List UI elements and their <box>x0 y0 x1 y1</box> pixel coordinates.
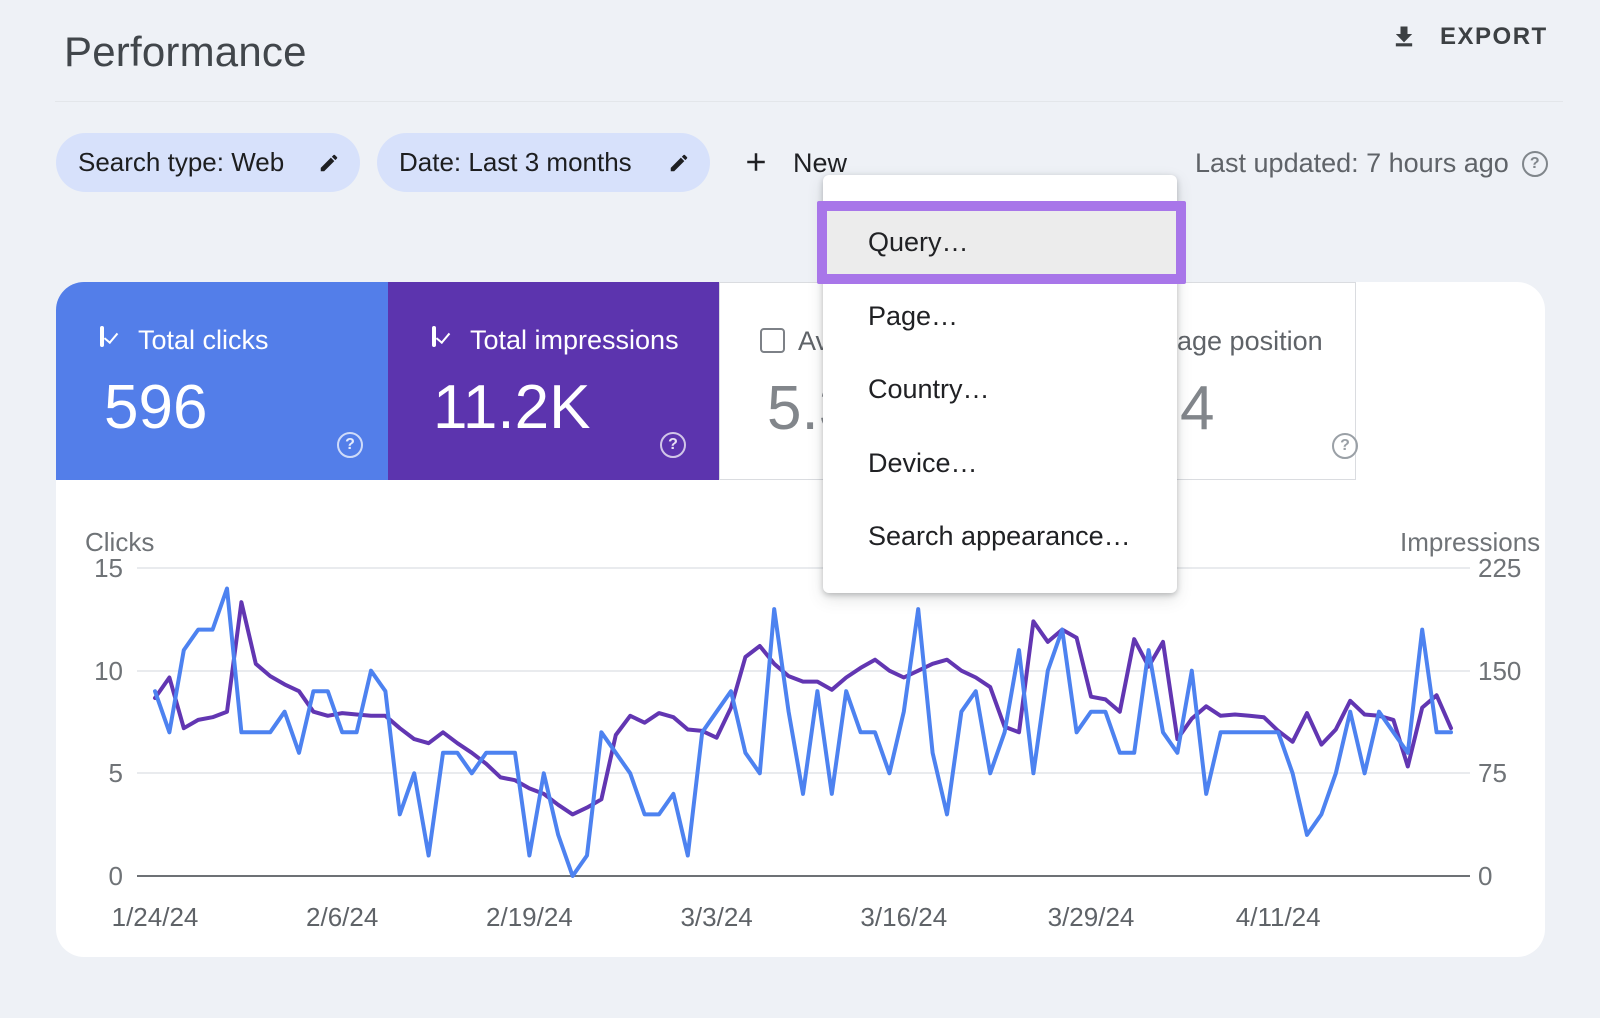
right-axis-tick: 225 <box>1478 555 1521 581</box>
total-clicks-value: 596 <box>104 372 207 443</box>
gridline <box>137 772 1470 774</box>
help-icon[interactable]: ? <box>1332 433 1358 459</box>
menu-item-country[interactable]: Country… <box>823 358 1177 421</box>
total-impressions-value: 11.2K <box>433 372 590 443</box>
x-axis-date-label: 2/19/24 <box>486 902 573 933</box>
total-clicks-card[interactable]: Total clicks 596 ? <box>56 282 388 480</box>
last-updated-text: Last updated: 7 hours ago <box>1195 148 1509 179</box>
left-axis-tick: 0 <box>63 863 123 889</box>
average-position-value: 4 <box>1180 373 1214 444</box>
x-axis-line <box>137 875 1470 877</box>
date-chip-label: Date: Last 3 months <box>399 147 632 178</box>
header-divider <box>55 101 1563 102</box>
right-axis-tick: 75 <box>1478 760 1507 786</box>
plus-icon <box>741 147 771 180</box>
x-axis-date-label: 4/11/24 <box>1236 902 1321 933</box>
left-axis-tick: 5 <box>63 760 123 786</box>
checkmark-icon <box>104 329 118 344</box>
total-clicks-label: Total clicks <box>138 325 269 356</box>
right-axis-tick: 150 <box>1478 658 1521 684</box>
new-filter-dropdown-menu: Query… Page… Country… Device… Search appeara… <box>823 175 1177 593</box>
search-type-chip[interactable]: Search type: Web <box>56 133 360 192</box>
average-ctr-checkbox[interactable] <box>760 328 785 353</box>
total-impressions-checkbox[interactable] <box>432 326 436 347</box>
right-axis-tick: 0 <box>1478 863 1492 889</box>
total-impressions-card[interactable]: Total impressions 11.2K ? <box>388 282 719 480</box>
help-icon[interactable]: ? <box>1522 151 1548 177</box>
new-button-label: New <box>793 148 847 179</box>
export-label: EXPORT <box>1440 23 1548 51</box>
last-updated-status: Last updated: 7 hours ago ? <box>1195 148 1548 179</box>
menu-item-device[interactable]: Device… <box>823 432 1177 495</box>
export-button[interactable]: EXPORT <box>1390 22 1548 52</box>
x-axis-date-label: 3/3/24 <box>680 902 752 933</box>
left-axis-tick: 10 <box>63 658 123 684</box>
help-icon[interactable]: ? <box>337 432 363 458</box>
download-icon <box>1390 22 1418 52</box>
date-filter-chip[interactable]: Date: Last 3 months <box>377 133 710 192</box>
average-position-label: age position <box>1177 326 1323 357</box>
total-impressions-label: Total impressions <box>470 325 679 356</box>
x-axis-date-label: 3/29/24 <box>1048 902 1135 933</box>
gridline <box>137 567 1470 569</box>
gridline <box>137 670 1470 672</box>
total-clicks-checkbox[interactable] <box>100 326 104 347</box>
menu-item-page[interactable]: Page… <box>823 285 1177 348</box>
edit-pencil-icon[interactable] <box>318 152 340 174</box>
x-axis-date-label: 1/24/24 <box>112 902 199 933</box>
checkmark-icon <box>436 329 450 344</box>
search-type-chip-label: Search type: Web <box>78 147 284 178</box>
help-icon[interactable]: ? <box>660 432 686 458</box>
menu-item-search-appearance[interactable]: Search appearance… <box>823 505 1177 568</box>
page-title: Performance <box>64 28 307 76</box>
left-axis-tick: 15 <box>63 555 123 581</box>
x-axis-date-label: 2/6/24 <box>306 902 378 933</box>
menu-item-query[interactable]: Query… <box>823 211 1177 274</box>
x-axis-date-label: 3/16/24 <box>860 902 947 933</box>
edit-pencil-icon[interactable] <box>668 152 690 174</box>
